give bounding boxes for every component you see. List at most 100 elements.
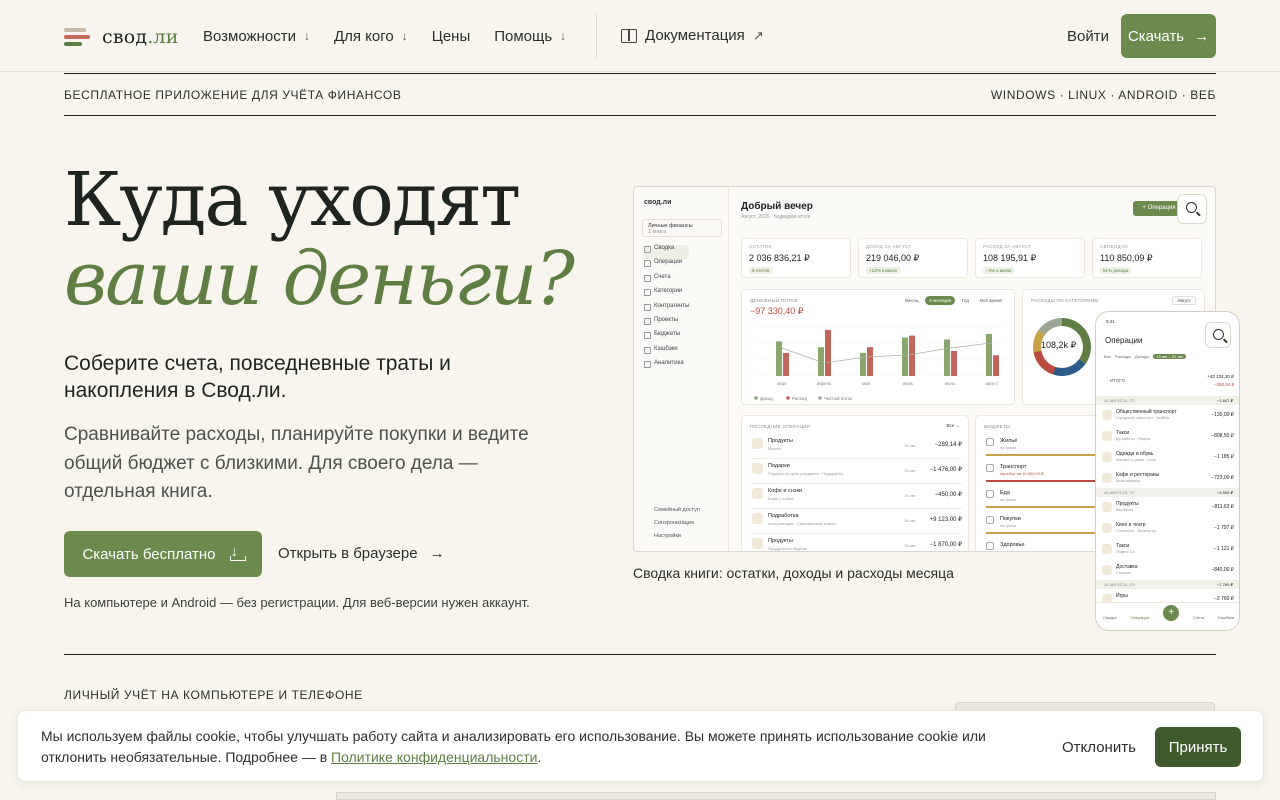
external-arrow-icon: ↗ [752, 27, 764, 43]
app-menu-item: Синхронизация [654, 520, 694, 526]
chart-tick-label: июнь [903, 381, 914, 386]
operation-row: Подарки Подарок на день рождения · Подарк… [752, 459, 962, 484]
income-bar [860, 352, 866, 376]
nav-item-pricing[interactable]: Цены [432, 28, 471, 45]
kpi-card: СВОБОДНО 110 850,09 ₽51% дохода [1092, 238, 1202, 278]
nav-divider [596, 14, 597, 58]
app-space-selector: Личные финансы 1 книга [642, 219, 722, 237]
chevron-down-icon: ↓ [401, 29, 408, 43]
expense-bar [993, 355, 999, 376]
legend-label: Доход [760, 396, 773, 401]
plus-icon: + [1163, 604, 1180, 621]
app-menu-item: Сводка [644, 245, 690, 260]
cashflow-chart: март апрель май июнь июль август Доход Расход Чи… [754, 325, 1004, 401]
hero-subtitle: Сравнивайте расходы, планируйте покупки … [64, 424, 529, 502]
app-logo: свод.ли [644, 199, 672, 206]
phone-screenshot: 9:41 Операции Все Расходы Доходы 13 авг – 3… [1095, 311, 1240, 631]
legend-label: Чистый поток [824, 395, 852, 401]
docs-link[interactable]: Документация ↗ [621, 27, 764, 44]
chart-tick-label: март [777, 381, 787, 386]
header-download-button[interactable]: Скачать → [1121, 14, 1216, 58]
kpi-card: ДОХОД ЗА АВГУСТ 219 046,00 ₽ +12% к июлю [858, 238, 968, 278]
login-link[interactable]: Войти [1067, 28, 1109, 45]
logo-text: свод.ли [102, 26, 179, 48]
cashflow-panel: ДЕНЕЖНЫЙ ПОТОК −97 330,40 ₽ Месяц 6 месяц… [741, 289, 1015, 405]
strip-tagline: БЕСПЛАТНОЕ ПРИЛОЖЕНИЕ ДЛЯ УЧЁТА ФИНАНСОВ [64, 87, 402, 102]
open-in-browser-link[interactable]: Открыть в браузере → [278, 545, 445, 562]
app-menu-item: Проекты [644, 317, 689, 331]
phone-operation-row: Одежда и обувь Магазин у дома · Ozon −1 18… [1102, 448, 1234, 469]
income-bar [902, 337, 908, 376]
logo[interactable]: свод.ли [64, 26, 179, 48]
period-tabs: Месяц 6 месяцев Год Всё время [904, 296, 1002, 305]
phone-tabbar: Сводка Операции + Счета Кэшбэки [1096, 602, 1239, 630]
donut-total: 108,2k ₽ [1041, 340, 1077, 350]
app-menu-item: Операции [644, 259, 689, 273]
chevron-down-icon: ↓ [560, 29, 567, 43]
app-period: Август, 2026 · подведём итоги [741, 214, 811, 220]
phone-search-button [1205, 322, 1231, 348]
section-preview-image [336, 792, 1216, 800]
app-menu-item: Счета [644, 274, 689, 288]
download-free-button[interactable]: Скачать бесплатно [64, 531, 262, 577]
app-menu-item: Кэшбэки [644, 346, 689, 360]
privacy-policy-link[interactable]: Политике конфиденциальности [331, 749, 537, 765]
strip-platforms: WINDOWS · LINUX · ANDROID · ВЕБ [990, 87, 1216, 102]
phone-filter-chips: Все Расходы Доходы 13 авг – 31 авг [1104, 354, 1187, 359]
cookie-banner: Мы используем файлы cookie, чтобы улучша… [17, 710, 1264, 782]
phone-date-group: 29 АВГУСТА, СР −2 760 ₽ [1096, 580, 1239, 589]
recent-operations-panel: ПОСЛЕДНИЕ ОПЕРАЦИИ Все → Продукты Магнит 1… [741, 415, 969, 551]
cookie-accept-button[interactable]: Принять [1155, 727, 1241, 767]
kpi-card: РАСХОД ЗА АВГУСТ 108 195,91 ₽ −4% к июлю [975, 238, 1085, 278]
info-strip: БЕСПЛАТНОЕ ПРИЛОЖЕНИЕ ДЛЯ УЧЁТА ФИНАНСОВ… [64, 73, 1216, 116]
expense-bar [783, 352, 789, 376]
app-sidebar: свод.ли Личные финансы 1 книга Сводка Опе… [634, 187, 729, 551]
expense-bar [951, 351, 957, 376]
chart-tick-label: май [862, 380, 871, 386]
phone-operation-row: Продукты ВкусВилл −811,63 ₽ [1102, 498, 1234, 519]
app-greeting: Добрый вечер [741, 201, 813, 212]
operation-row: Продукты Магнит 15 авг. −289,14 ₽ [752, 434, 962, 459]
search-button[interactable] [1177, 194, 1207, 224]
hero-lead: Соберите счета, повседневные траты и нак… [64, 352, 451, 403]
kpi-card: ОСТАТОК 2 036 836,21 ₽5 счетов [741, 238, 851, 278]
phone-operation-row: Такси Яндекс Go −1 121 ₽ [1102, 540, 1234, 561]
chevron-down-icon: ↓ [303, 29, 310, 43]
app-menu: Сводка Операции Счета Категории Контраге… [644, 245, 690, 375]
phone-operation-row: Общественный транспорт Городской транспор… [1102, 406, 1234, 427]
arrow-right-icon: → [1194, 27, 1210, 45]
section-divider [64, 654, 1216, 655]
phone-date-group: 30 АВГУСТА, ЧТ −4 509 ₽ [1096, 488, 1239, 497]
chart-tick-label: июль [945, 381, 956, 386]
expense-bar [825, 329, 831, 376]
hero-note: На компьютере и Android — без регистраци… [64, 595, 530, 610]
main-nav: Возможности ↓ Для кого ↓ Цены Помощь ↓ [203, 0, 590, 72]
operation-row: Кофе и снэки Кофе с собой 15 авг. −450,00 ₽ [752, 484, 962, 509]
legend-label: Расход [792, 396, 807, 401]
app-menu-item: Категории [644, 288, 689, 302]
phone-operation-row: Кафе и рестораны Шоколадница −723,00 ₽ [1102, 469, 1234, 490]
phone-date-group: 31 АВГУСТА, ПТ −2 847 ₽ [1096, 396, 1239, 405]
screenshot-caption: Сводка книги: остатки, доходы и расходы … [633, 565, 954, 581]
app-bottom-menu: Семейный доступ Синхронизация Настройки [644, 507, 700, 546]
cookie-decline-button[interactable]: Отклонить [1062, 739, 1136, 756]
operation-row: Продукты Продукты на неделю 15 авг. −1 870,… [752, 534, 962, 551]
site-header: свод.ли Возможности ↓ Для кого ↓ Цены Помо… [0, 0, 1280, 72]
chart-tick-label: апрель [817, 381, 832, 386]
phone-title: Операции [1105, 336, 1143, 345]
app-menu-item: Настройки [654, 533, 681, 539]
phone-operation-row: Кино и театр Спектакль · Билеты.ру −1 797 … [1102, 519, 1234, 540]
income-bar [986, 333, 992, 376]
search-icon [1213, 329, 1224, 340]
nav-item-help[interactable]: Помощь ↓ [494, 28, 566, 45]
operation-row: Подработка Консультация · Самозанятый кли… [752, 509, 962, 534]
nav-item-audience[interactable]: Для кого ↓ [334, 28, 408, 45]
chart-tick-label: август [985, 381, 998, 386]
section-label: ЛИЧНЫЙ УЧЁТ НА КОМПЬЮТЕРЕ И ТЕЛЕФОНЕ [64, 688, 363, 702]
arrow-right-icon: → [429, 545, 445, 562]
search-icon [1186, 202, 1197, 213]
download-icon [229, 543, 246, 561]
logo-mark-icon [64, 28, 90, 46]
app-menu-item: Аналитика [644, 360, 689, 374]
nav-item-features[interactable]: Возможности ↓ [203, 28, 310, 45]
